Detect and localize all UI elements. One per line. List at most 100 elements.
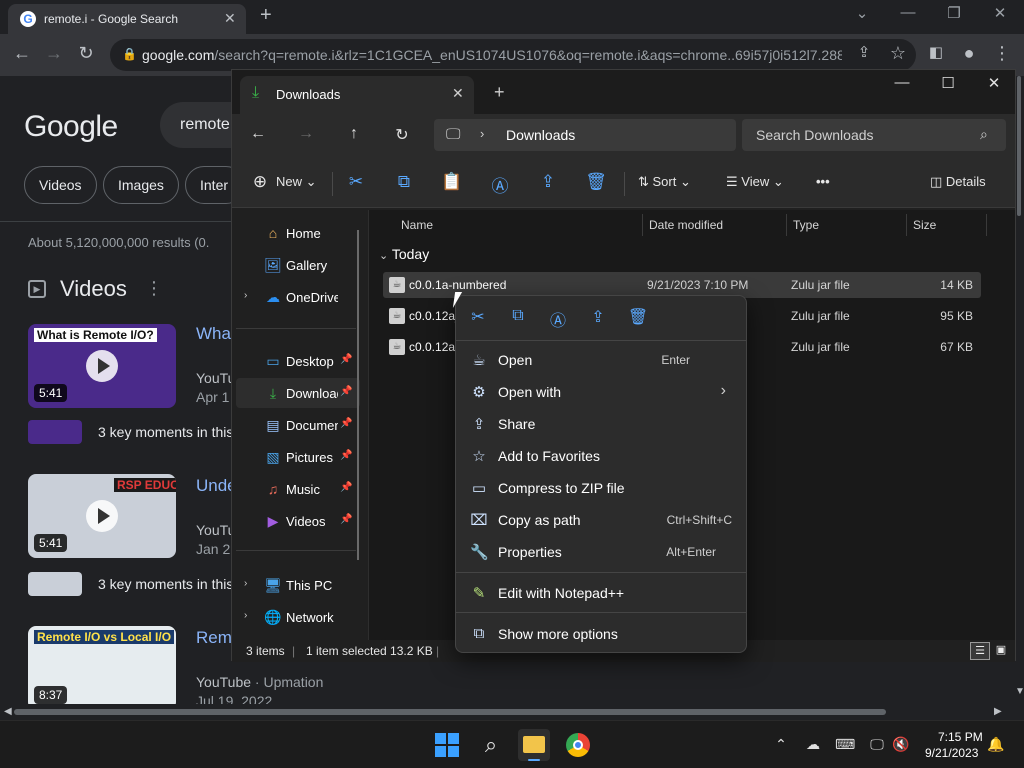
video-thumbnail-3[interactable]: Remote I/O vs Local I/O 8:37 (28, 626, 176, 710)
view-button[interactable]: ☰ View ⌄ (726, 174, 784, 190)
volume-muted-icon[interactable]: 🔇 (891, 736, 911, 753)
nav-item-desktop[interactable]: ▭ Desktop 📌 (236, 346, 360, 376)
chevron-right-icon[interactable]: › (244, 290, 247, 301)
nav-item-network[interactable]: › 🌐 Network (236, 602, 360, 632)
video-title-link-2[interactable]: Unde (196, 476, 232, 496)
nav-item-videos[interactable]: ▶ Videos 📌 (236, 506, 360, 536)
up-arrow-icon[interactable]: ↑ (342, 125, 366, 143)
new-button[interactable]: New ⌄ (276, 174, 317, 190)
details-pane-button[interactable]: ◫ Details (930, 174, 986, 190)
minimize-icon[interactable]: — (892, 74, 912, 91)
share-icon[interactable]: ⇪ (536, 172, 560, 192)
chrome-menu-icon[interactable]: ⋮ (990, 43, 1014, 64)
scroll-right-arrow-icon[interactable]: ▶ (994, 706, 1002, 717)
see-more-button[interactable]: ••• (816, 174, 830, 189)
new-tab-button[interactable]: + (260, 4, 272, 27)
address-bar-url[interactable]: google.com/search?q=remote.i&rlz=1C1GCEA… (142, 47, 842, 63)
nav-item-gallery[interactable]: 🖼 Gallery (236, 250, 360, 280)
scroll-left-arrow-icon[interactable]: ◀ (4, 706, 12, 717)
nav-pane-scrollbar[interactable] (357, 230, 359, 560)
restore-icon[interactable]: ❐ (944, 4, 964, 22)
close-window-icon[interactable]: ✕ (984, 74, 1004, 92)
side-panel-icon[interactable]: ◧ (924, 43, 948, 61)
menu-item-copy-as-path[interactable]: ⌧ Copy as path Ctrl+Shift+C (462, 505, 740, 535)
scrollbar-thumb[interactable] (14, 709, 886, 715)
menu-item-edit-notepadpp[interactable]: ✎ Edit with Notepad++ (462, 578, 740, 608)
delete-icon[interactable]: 🗑 (584, 172, 608, 192)
column-divider[interactable] (906, 214, 907, 236)
refresh-icon[interactable]: ↻ (390, 125, 414, 145)
chip-images[interactable]: Images (103, 166, 179, 204)
cut-icon[interactable]: ✂ (344, 172, 368, 192)
forward-arrow-icon[interactable]: → (294, 125, 318, 143)
chevron-right-icon[interactable]: › (480, 126, 484, 141)
google-logo[interactable]: Google (24, 110, 118, 144)
address-bar[interactable]: 🔒 google.com/search?q=remote.i&rlz=1C1GC… (110, 39, 916, 71)
chevron-right-icon[interactable]: › (244, 610, 247, 621)
back-arrow-icon[interactable]: ← (246, 125, 270, 143)
taskbar-chrome-icon[interactable] (562, 729, 594, 761)
taskbar-file-explorer-icon[interactable] (518, 729, 550, 761)
column-header-name[interactable]: Name (401, 218, 433, 232)
menu-item-open-with[interactable]: ⚙ Open with › (462, 377, 740, 407)
menu-item-show-more-options[interactable]: ⧉ Show more options (462, 619, 740, 649)
key-moments-link-1[interactable]: 3 key moments in this (98, 424, 233, 440)
bookmark-star-icon[interactable]: ☆ (886, 43, 910, 64)
column-divider[interactable] (642, 214, 643, 236)
menu-item-properties[interactable]: 🔧 Properties Alt+Enter (462, 537, 740, 567)
page-horizontal-scrollbar[interactable]: ◀ ▶ (0, 704, 1024, 720)
nav-item-onedrive[interactable]: › ☁ OneDrive (236, 282, 360, 312)
taskbar-search-icon[interactable]: ⌕ (475, 729, 507, 761)
share-icon[interactable]: ⇪ (586, 307, 610, 329)
nav-item-home[interactable]: ⌂ Home (236, 218, 360, 248)
taskbar-clock-time[interactable]: 7:15 PM (938, 730, 983, 744)
explorer-new-tab-button[interactable]: + (494, 82, 505, 103)
key-moment-thumbnail[interactable] (28, 572, 82, 596)
key-moment-thumbnail[interactable] (28, 420, 82, 444)
explorer-address-bar[interactable]: 🖵 › Downloads (434, 119, 736, 151)
menu-item-compress-zip[interactable]: ▭ Compress to ZIP file (462, 473, 740, 503)
menu-item-open[interactable]: ☕ Open Enter (462, 345, 740, 375)
nav-item-downloads[interactable]: ⤓ Downloads📌 (236, 378, 360, 408)
notification-bell-icon[interactable]: 🔔 (986, 736, 1006, 753)
sort-button[interactable]: ⇅ Sort ⌄ (638, 174, 691, 190)
column-header-size[interactable]: Size (913, 218, 936, 232)
explorer-search-box[interactable]: Search Downloads ⌕ (742, 119, 1006, 151)
video-thumbnail-2[interactable]: RSP EDUCATION 5:41 (28, 474, 176, 558)
taskbar-clock-date[interactable]: 9/21/2023 (925, 746, 978, 760)
nav-item-pictures[interactable]: ▧ Pictures 📌 (236, 442, 360, 472)
close-tab-icon[interactable]: ✕ (452, 85, 464, 102)
nav-item-music[interactable]: ♫ Music 📌 (236, 474, 360, 504)
explorer-tab-downloads[interactable]: ⤓ Downloads ✕ (240, 76, 474, 114)
minimize-icon[interactable]: — (898, 4, 918, 21)
nav-item-this-pc[interactable]: › 🖥 This PC (236, 570, 360, 600)
scroll-down-arrow-icon[interactable]: ▼ (1015, 686, 1024, 697)
paste-icon[interactable]: 📋 (440, 172, 464, 192)
scrollbar-thumb[interactable] (1017, 76, 1021, 216)
network-monitor-icon[interactable]: 🖵 (867, 736, 887, 753)
onedrive-tray-icon[interactable]: ☁ (803, 736, 823, 753)
column-divider[interactable] (986, 214, 987, 236)
share-icon[interactable]: ⇪ (852, 43, 876, 61)
close-tab-icon[interactable]: ✕ (224, 10, 236, 27)
menu-item-share[interactable]: ⇪ Share (462, 409, 740, 439)
details-view-icon[interactable]: ☰ (970, 642, 990, 660)
chrome-tab-google-search[interactable]: G remote.i - Google Search ✕ (8, 4, 246, 34)
keyboard-icon[interactable]: ⌨ (835, 736, 855, 753)
start-windows-icon[interactable] (431, 729, 463, 761)
column-header-date-modified[interactable]: Date modified (649, 218, 723, 232)
rename-icon[interactable]: Ⓐ (488, 172, 512, 197)
video-title-link-1[interactable]: What (196, 324, 232, 344)
video-title-link-3[interactable]: Rem (196, 628, 232, 648)
copy-icon[interactable]: ⧉ (392, 172, 416, 192)
close-window-icon[interactable]: ✕ (990, 4, 1010, 22)
more-options-icon[interactable]: ⋮ (145, 278, 163, 299)
column-divider[interactable] (786, 214, 787, 236)
forward-arrow-icon[interactable]: → (42, 43, 66, 64)
delete-icon[interactable]: 🗑 (626, 307, 650, 329)
chip-videos[interactable]: Videos (24, 166, 97, 204)
key-moments-link-2[interactable]: 3 key moments in this (98, 576, 233, 592)
cut-icon[interactable]: ✂ (466, 307, 490, 329)
show-hidden-icons-chevron-up-icon[interactable]: ⌃ (771, 736, 791, 753)
menu-item-add-to-favorites[interactable]: ☆ Add to Favorites (462, 441, 740, 471)
